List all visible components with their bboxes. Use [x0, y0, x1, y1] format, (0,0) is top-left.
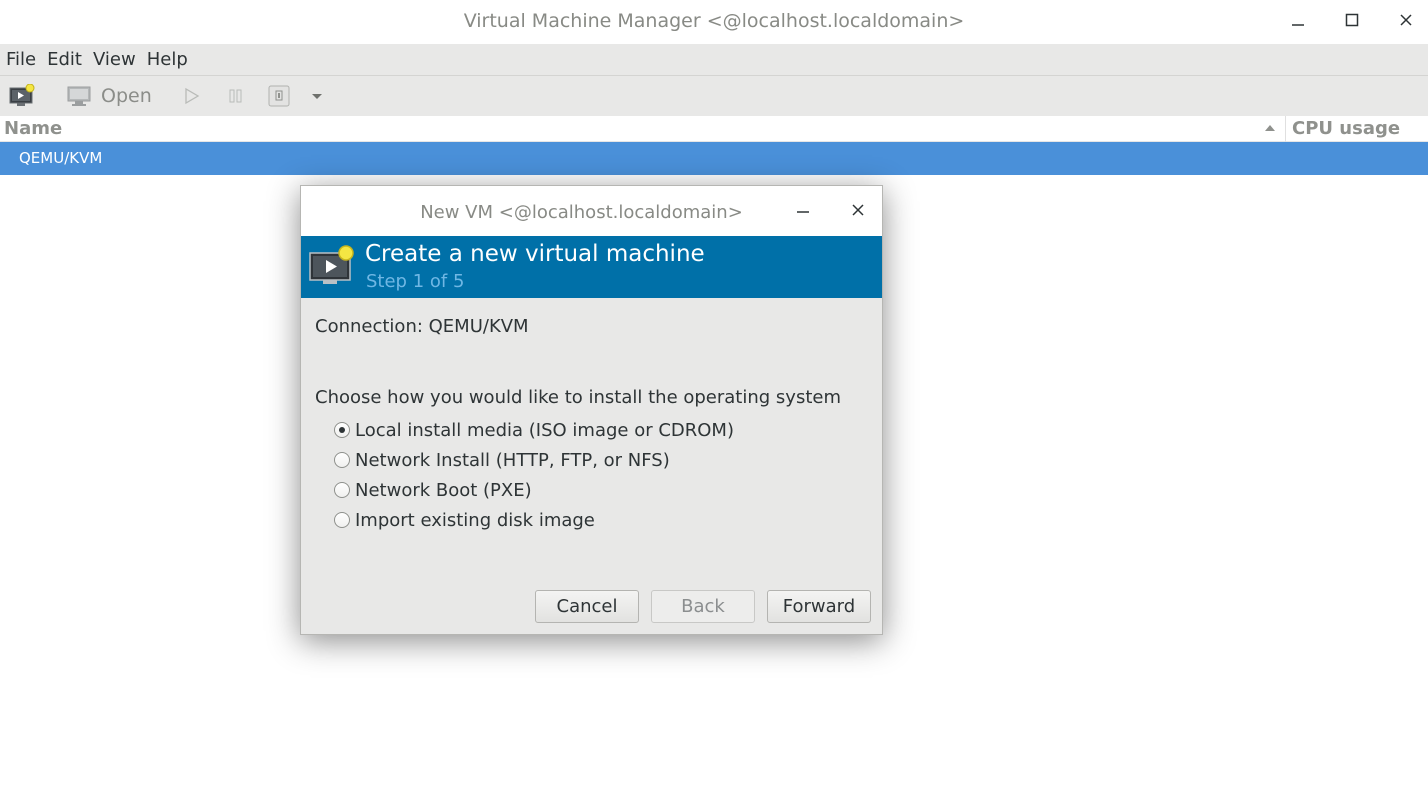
new-vm-icon: [9, 84, 35, 106]
toolbar: Open: [0, 75, 1428, 116]
column-cpu-usage[interactable]: CPU usage: [1292, 118, 1400, 139]
new-vm-icon: [309, 245, 354, 284]
radio-network-install[interactable]: [334, 452, 350, 468]
wizard-title: Create a new virtual machine: [365, 241, 705, 267]
option-network-install[interactable]: Network Install (HTTP, FTP, or NFS): [334, 448, 670, 472]
open-label: Open: [101, 85, 152, 107]
connection-label: QEMU/KVM: [19, 149, 103, 167]
option-import-disk[interactable]: Import existing disk image: [334, 508, 595, 532]
wizard-step: Step 1 of 5: [366, 271, 465, 292]
column-separator: [1285, 116, 1286, 142]
shutdown-button[interactable]: [268, 82, 290, 110]
minimize-icon: [797, 211, 809, 213]
wizard-banner: Create a new virtual machine Step 1 of 5: [301, 236, 882, 298]
power-icon: [268, 85, 290, 107]
close-button[interactable]: [1390, 6, 1422, 34]
monitor-icon: [67, 86, 91, 106]
new-vm-dialog: New VM <@localhost.localdomain> Create a…: [300, 185, 883, 635]
chevron-down-icon: [312, 94, 322, 99]
maximize-button[interactable]: [1336, 6, 1368, 34]
dialog-titlebar: New VM <@localhost.localdomain>: [301, 186, 882, 236]
sort-asc-icon: [1265, 125, 1275, 131]
play-icon: [185, 87, 200, 105]
forward-button[interactable]: Forward: [767, 590, 871, 623]
menu-file[interactable]: File: [1, 44, 41, 75]
menubar: File Edit View Help: [0, 44, 1428, 75]
minimize-icon: [1292, 24, 1304, 26]
connection-row[interactable]: QEMU/KVM: [0, 142, 1428, 175]
radio-import-disk[interactable]: [334, 512, 350, 528]
radio-network-boot[interactable]: [334, 482, 350, 498]
dialog-minimize-button[interactable]: [791, 200, 815, 220]
option-label: Network Install (HTTP, FTP, or NFS): [355, 449, 670, 471]
cancel-button[interactable]: Cancel: [535, 590, 639, 623]
option-local-media[interactable]: Local install media (ISO image or CDROM): [334, 418, 734, 442]
column-name[interactable]: Name: [4, 118, 62, 139]
open-button[interactable]: Open: [67, 82, 152, 110]
new-vm-button[interactable]: [9, 82, 35, 110]
back-button[interactable]: Back: [651, 590, 755, 623]
pause-button[interactable]: [227, 82, 245, 110]
connection-text: Connection: QEMU/KVM: [315, 316, 529, 337]
window-titlebar: Virtual Machine Manager <@localhost.loca…: [0, 0, 1428, 44]
pause-icon: [229, 89, 242, 103]
install-method-question: Choose how you would like to install the…: [315, 387, 841, 408]
vm-list-header: Name CPU usage: [0, 116, 1428, 142]
menu-view[interactable]: View: [88, 44, 141, 75]
window-title: Virtual Machine Manager <@localhost.loca…: [463, 10, 965, 32]
option-network-boot[interactable]: Network Boot (PXE): [334, 478, 532, 502]
radio-local-media[interactable]: [334, 422, 350, 438]
dialog-close-button[interactable]: [846, 200, 870, 220]
menu-help[interactable]: Help: [142, 44, 193, 75]
minimize-button[interactable]: [1282, 6, 1314, 34]
option-label: Local install media (ISO image or CDROM): [355, 419, 734, 441]
option-label: Import existing disk image: [355, 509, 595, 531]
close-icon: [852, 204, 864, 216]
run-button[interactable]: [183, 82, 201, 110]
menu-edit[interactable]: Edit: [42, 44, 87, 75]
shutdown-dropdown[interactable]: [310, 82, 324, 110]
option-label: Network Boot (PXE): [355, 479, 532, 501]
maximize-icon: [1345, 13, 1359, 27]
close-icon: [1400, 14, 1412, 26]
